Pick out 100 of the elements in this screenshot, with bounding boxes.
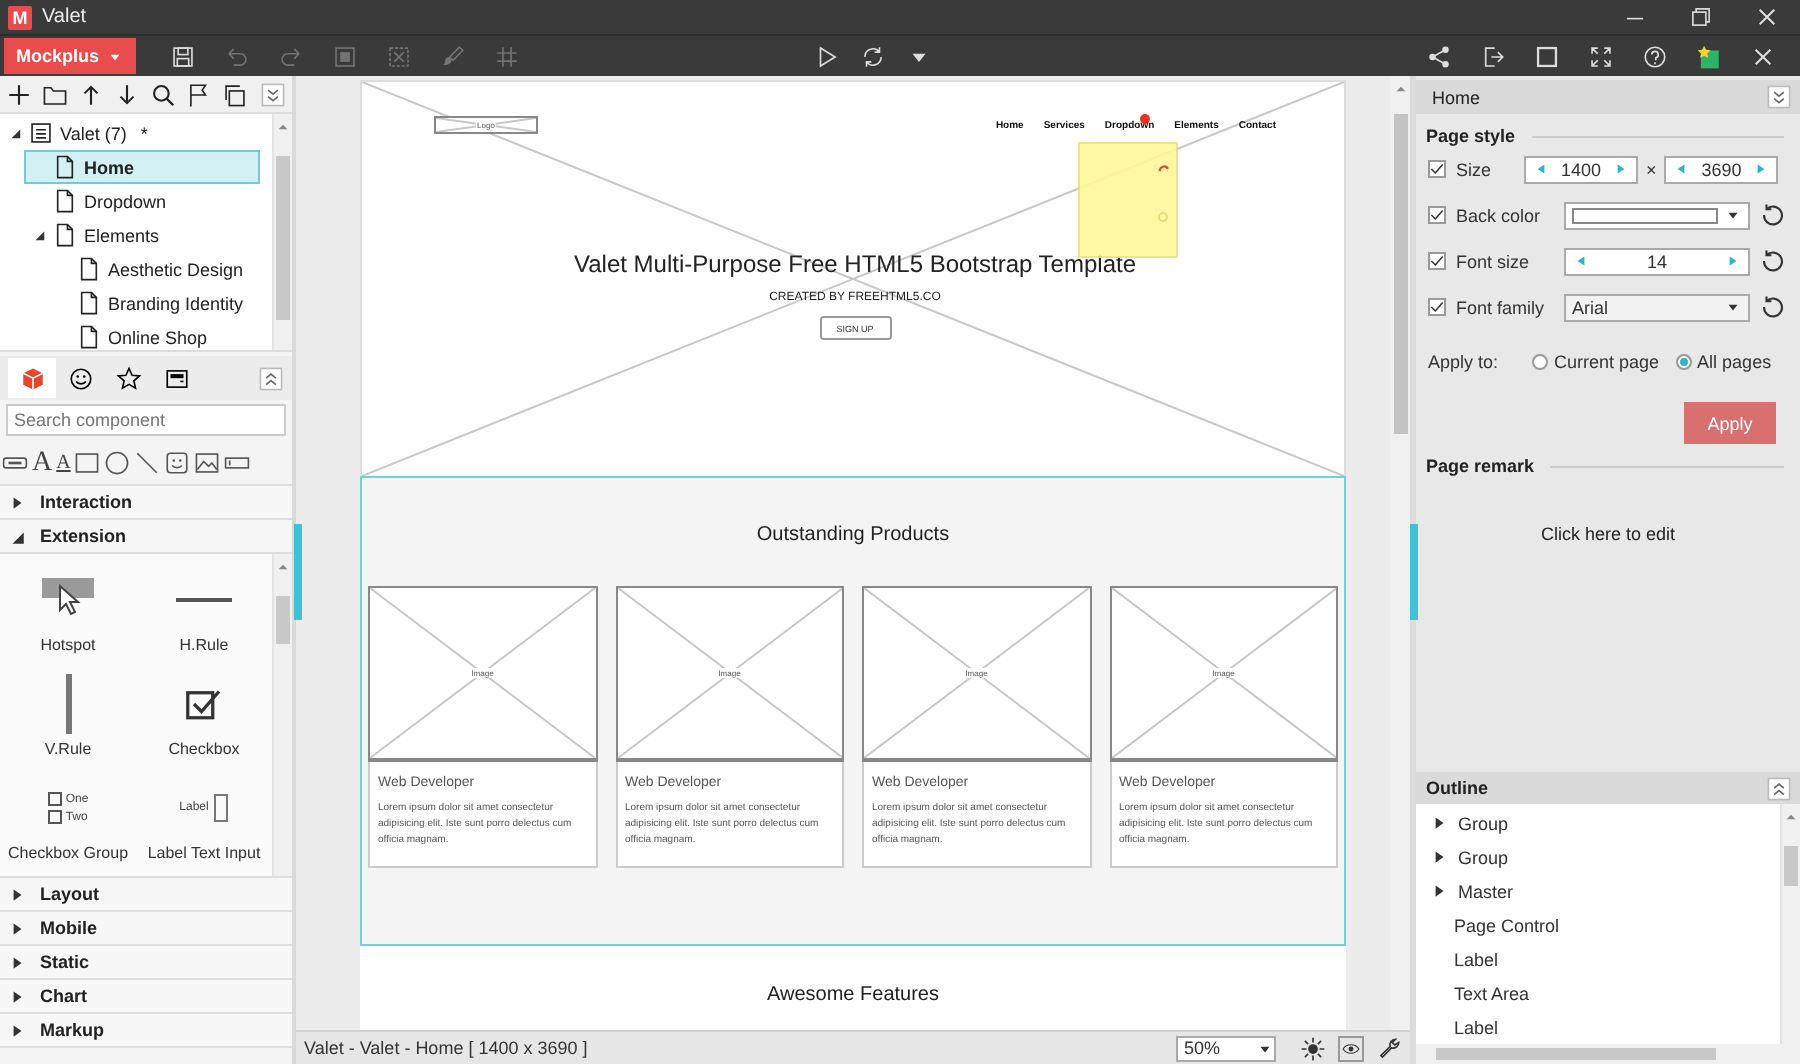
- modified-mark: *: [140, 123, 148, 143]
- products-section[interactable]: [360, 476, 1346, 946]
- field-label: Font family: [1456, 297, 1547, 317]
- marker-dot: [1140, 114, 1150, 124]
- field-label: Back color: [1456, 205, 1543, 225]
- tree-item[interactable]: Dropdown: [24, 184, 260, 218]
- field-label: Size: [1456, 159, 1494, 179]
- outline-item[interactable]: Label: [1416, 942, 1780, 976]
- outline-item[interactable]: Group: [1416, 806, 1780, 840]
- sun-icon[interactable]: [1300, 1035, 1326, 1061]
- fullscreen-icon[interactable]: [1588, 43, 1614, 69]
- radio-option[interactable]: All pages: [1675, 352, 1772, 372]
- share-icon[interactable]: [1426, 43, 1452, 69]
- page-icon: [52, 222, 78, 248]
- tree-item[interactable]: Home: [24, 150, 260, 184]
- reset-icon[interactable]: [1760, 294, 1786, 320]
- scrollbar[interactable]: [272, 114, 292, 350]
- status-text: Valet - Valet - Home [ 1400 x 3690 ]: [304, 1038, 588, 1058]
- image-icon[interactable]: [194, 450, 221, 476]
- page-icon: [76, 290, 102, 316]
- arrow-up-icon[interactable]: [78, 81, 104, 107]
- collapse-icon[interactable]: [260, 81, 286, 107]
- input-field[interactable]: [214, 794, 229, 822]
- wrench-icon[interactable]: [1376, 1035, 1402, 1061]
- vertical-rule-component[interactable]: [65, 674, 71, 734]
- tree-item[interactable]: Elements: [24, 218, 260, 252]
- expand-triangle-icon[interactable]: [1430, 882, 1448, 900]
- circle-icon[interactable]: [104, 450, 131, 476]
- scrollbar[interactable]: [1780, 804, 1800, 1044]
- check-mark-icon: [1428, 206, 1446, 224]
- flag-icon[interactable]: [186, 81, 212, 107]
- checkbox[interactable]: [1428, 160, 1446, 178]
- cursor-icon: [54, 582, 86, 618]
- copy-icon[interactable]: [222, 81, 248, 107]
- scrollbar-thumb[interactable]: [1393, 114, 1407, 434]
- scrollbar-thumb[interactable]: [1436, 1048, 1716, 1060]
- tree-item[interactable]: Aesthetic Design: [48, 252, 260, 286]
- line-icon[interactable]: [134, 450, 161, 476]
- expand-triangle-icon[interactable]: [1430, 814, 1448, 832]
- scrollbar-thumb[interactable]: [276, 156, 290, 320]
- outline-item[interactable]: Text Area: [1416, 976, 1780, 1010]
- paragraph-component[interactable]: A: [56, 451, 71, 475]
- panel-title: Outline: [1426, 778, 1488, 798]
- remark-prompt[interactable]: Click here to edit: [1540, 524, 1676, 544]
- component-label: Label Text Input: [147, 844, 261, 862]
- tree-item[interactable]: Valet (7) *: [0, 116, 260, 150]
- checkbox[interactable]: [1428, 298, 1446, 316]
- arrow-down-icon[interactable]: [114, 81, 140, 107]
- search-field[interactable]: Search component: [6, 404, 286, 436]
- close-icon[interactable]: [1750, 43, 1776, 69]
- folder-icon[interactable]: [42, 81, 68, 107]
- save-icon[interactable]: [169, 43, 196, 69]
- close-icon[interactable]: [1754, 4, 1780, 30]
- star-badge-icon[interactable]: [1696, 43, 1722, 69]
- app-menu-button[interactable]: Mockplus: [4, 38, 136, 74]
- scrollbar[interactable]: [1390, 76, 1410, 1030]
- collapse-icon[interactable]: [1766, 775, 1792, 801]
- radio-option[interactable]: Current page: [1532, 352, 1660, 372]
- reset-icon[interactable]: [1760, 248, 1786, 274]
- tree-item[interactable]: Online Shop: [48, 320, 260, 354]
- outline-item[interactable]: Page Control: [1416, 908, 1780, 942]
- panel-handle[interactable]: [1410, 524, 1418, 620]
- text-component[interactable]: A: [32, 451, 53, 475]
- expand-triangle-icon[interactable]: [32, 228, 46, 242]
- color-picker[interactable]: [1564, 201, 1750, 229]
- page-icon: [76, 256, 102, 282]
- smiley-icon[interactable]: [164, 450, 191, 476]
- zoom-select[interactable]: 50%: [1176, 1035, 1276, 1061]
- section-title: Page remark: [1426, 456, 1535, 476]
- scrollbar[interactable]: [272, 554, 292, 876]
- outline-item[interactable]: Group: [1416, 840, 1780, 874]
- collapse-icon[interactable]: [258, 365, 284, 391]
- restore-icon[interactable]: [1688, 4, 1714, 30]
- expand-triangle-icon[interactable]: [8, 126, 22, 140]
- outline-item[interactable]: Master: [1416, 874, 1780, 908]
- collapse-icon[interactable]: [1766, 84, 1792, 110]
- section-title: Page style: [1426, 126, 1516, 146]
- tree-item[interactable]: Branding Identity: [48, 286, 260, 320]
- refresh-icon[interactable]: [859, 43, 886, 69]
- font-select[interactable]: Arial: [1564, 293, 1750, 321]
- scrollbar-thumb[interactable]: [276, 596, 290, 644]
- reset-icon[interactable]: [1760, 202, 1786, 228]
- check-mark-icon: [1428, 298, 1446, 316]
- outline-item[interactable]: Label: [1416, 1010, 1780, 1044]
- scrollbar-thumb[interactable]: [1784, 846, 1798, 886]
- scrollbar[interactable]: [1416, 1044, 1800, 1064]
- add-icon[interactable]: [6, 81, 32, 107]
- help-icon[interactable]: [1642, 43, 1668, 69]
- eye-icon[interactable]: [1338, 1035, 1364, 1061]
- square-icon[interactable]: [1534, 43, 1560, 69]
- component-label: Checkbox Group: [7, 844, 129, 862]
- panel-handle[interactable]: [294, 524, 302, 620]
- expand-triangle-icon[interactable]: [1430, 848, 1448, 866]
- checkbox[interactable]: [1428, 206, 1446, 224]
- export-icon[interactable]: [1480, 43, 1506, 69]
- hero-title: Valet Multi-Purpose Free HTML5 Bootstrap Template: [571, 250, 1138, 278]
- rectangle-icon[interactable]: [74, 450, 101, 476]
- smiley-icon: [67, 365, 93, 391]
- search-icon[interactable]: [150, 81, 176, 107]
- checkbox[interactable]: [1428, 252, 1446, 270]
